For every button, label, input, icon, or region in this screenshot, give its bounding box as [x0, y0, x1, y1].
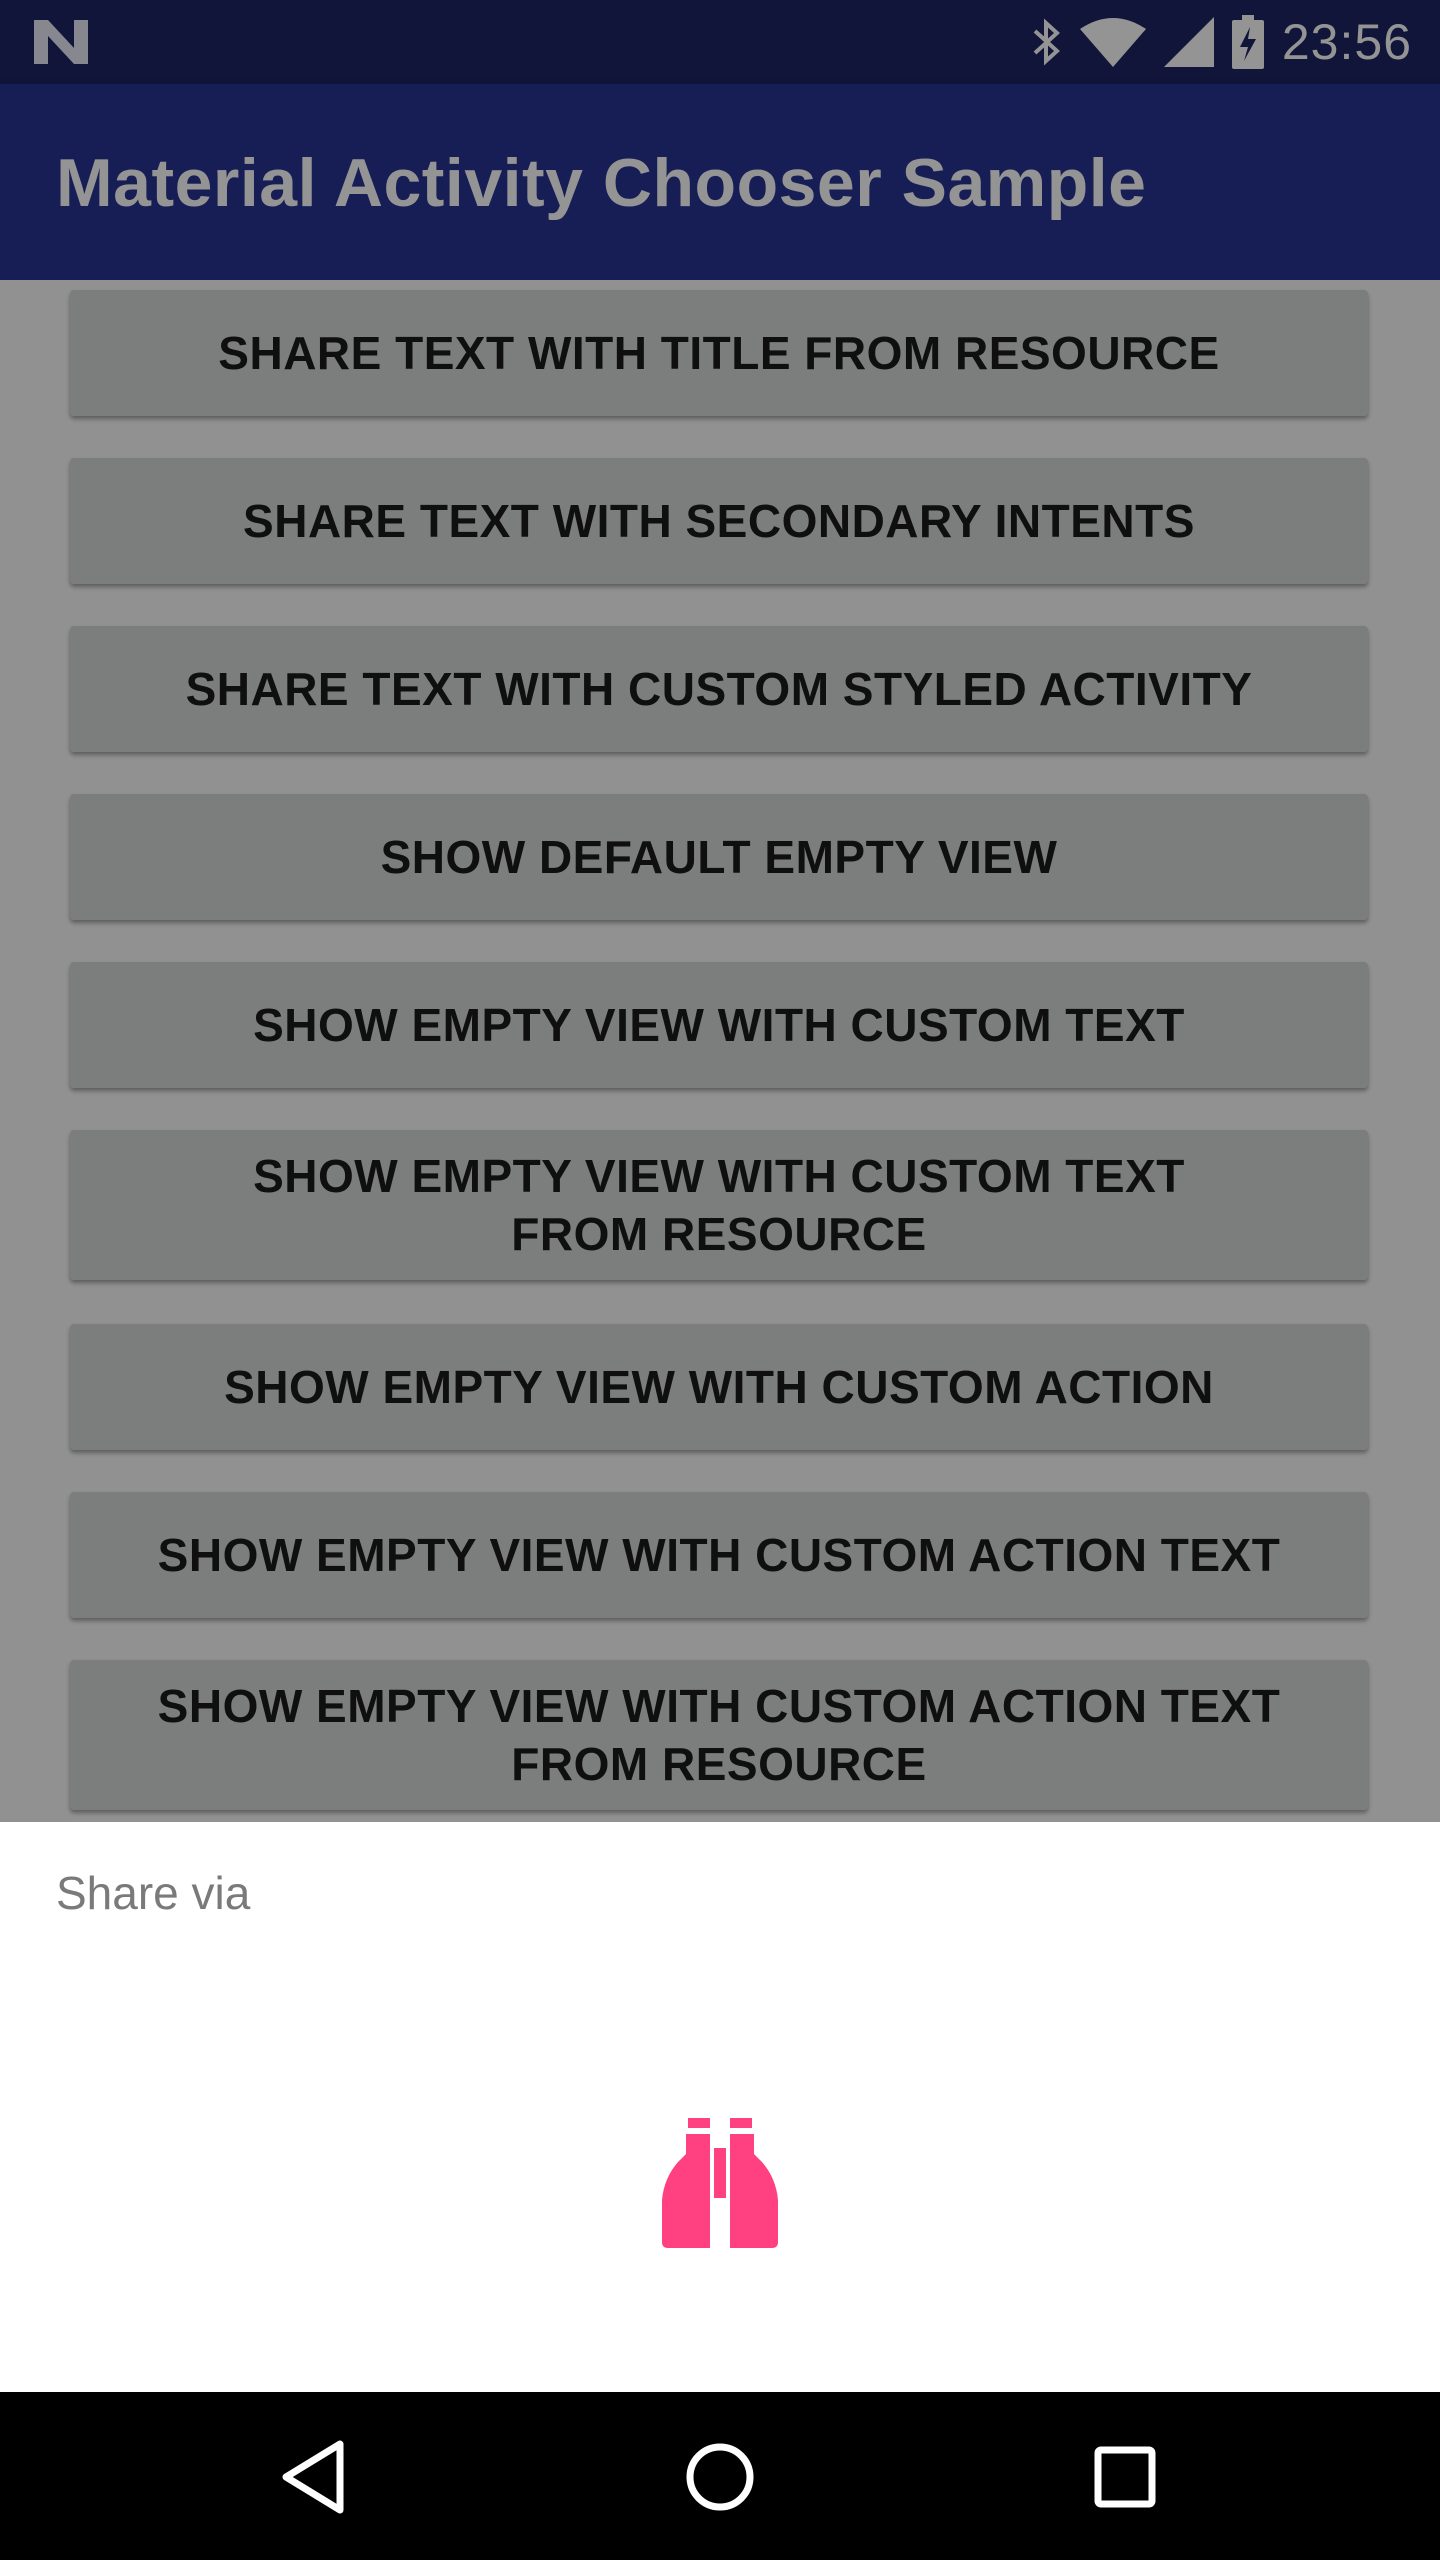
sheet-title: Share via — [56, 1867, 251, 1919]
share-bottom-sheet: Share via — [0, 1822, 1440, 2392]
home-icon[interactable] — [675, 2432, 765, 2522]
recents-icon[interactable] — [1080, 2432, 1170, 2522]
navigation-bar — [0, 2392, 1440, 2560]
back-icon[interactable] — [270, 2432, 360, 2522]
binoculars-icon — [662, 2118, 778, 2248]
